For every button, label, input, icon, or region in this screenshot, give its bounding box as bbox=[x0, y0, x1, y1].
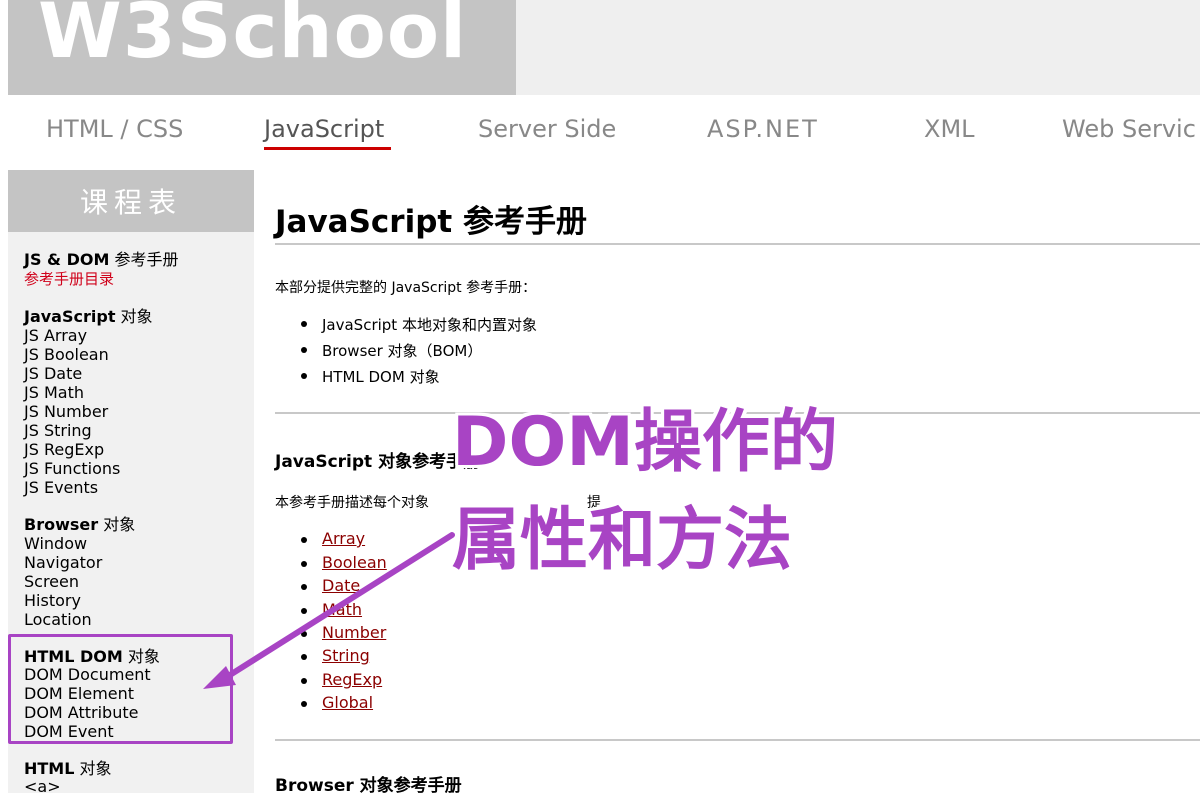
caption-line-2: 属性和方法 bbox=[452, 501, 793, 580]
nav-asp-net[interactable]: ASP.NET bbox=[707, 115, 819, 143]
sidebar-item-js-date[interactable]: JS Date bbox=[24, 364, 82, 383]
section-divider-2 bbox=[275, 739, 1200, 741]
top-nav: HTML / CSS JavaScript Server Side ASP.NE… bbox=[0, 95, 1200, 170]
bullet-icon bbox=[301, 347, 307, 353]
sidebar-heading-browser: Browser 对象 bbox=[24, 515, 136, 534]
sidebar-item-a-tag[interactable]: <a> bbox=[24, 777, 61, 793]
nav-active-underline bbox=[264, 147, 391, 150]
sidebar-item-window[interactable]: Window bbox=[24, 534, 87, 553]
site-logo[interactable]: W3School bbox=[8, 0, 516, 95]
sidebar-item-js-boolean[interactable]: JS Boolean bbox=[24, 345, 109, 364]
sidebar-item-js-regexp[interactable]: JS RegExp bbox=[24, 440, 104, 459]
bullet-icon bbox=[301, 373, 307, 379]
nav-html-css[interactable]: HTML / CSS bbox=[46, 115, 183, 143]
link-string[interactable]: String bbox=[322, 646, 370, 665]
link-array[interactable]: Array bbox=[322, 529, 365, 548]
link-regexp[interactable]: RegExp bbox=[322, 670, 382, 689]
intro-item-html-dom-objects: HTML DOM 对象 bbox=[322, 368, 440, 386]
bullet-icon bbox=[301, 631, 307, 637]
sidebar-item-js-events[interactable]: JS Events bbox=[24, 478, 98, 497]
intro-item-browser-objects: Browser 对象（BOM） bbox=[322, 342, 483, 360]
sidebar-item-js-math[interactable]: JS Math bbox=[24, 383, 84, 402]
bullet-icon bbox=[301, 654, 307, 660]
nav-server-side[interactable]: Server Side bbox=[478, 115, 616, 143]
sidebar-item-js-string[interactable]: JS String bbox=[24, 421, 92, 440]
nav-web-services[interactable]: Web Servic bbox=[1062, 115, 1196, 143]
link-boolean[interactable]: Boolean bbox=[322, 553, 387, 572]
link-math[interactable]: Math bbox=[322, 600, 362, 619]
sidebar-item-location[interactable]: Location bbox=[24, 610, 92, 629]
nav-javascript[interactable]: JavaScript bbox=[264, 115, 384, 143]
bullet-icon bbox=[301, 561, 307, 567]
bullet-icon bbox=[301, 537, 307, 543]
logo-text: W3School bbox=[38, 0, 468, 75]
bullet-icon bbox=[301, 678, 307, 684]
section-heading-js-objects: JavaScript 对象参考手册 bbox=[275, 452, 481, 472]
sidebar-item-js-number[interactable]: JS Number bbox=[24, 402, 108, 421]
sidebar-title: 课程表 bbox=[79, 186, 182, 219]
sidebar-item-js-array[interactable]: JS Array bbox=[24, 326, 87, 345]
bullet-icon bbox=[301, 608, 307, 614]
sidebar-item-screen[interactable]: Screen bbox=[24, 572, 79, 591]
sidebar-heading-javascript: JavaScript 对象 bbox=[24, 307, 153, 326]
bullet-icon bbox=[301, 321, 307, 327]
section1-description: 本参考手册描述每个对象 bbox=[275, 495, 429, 511]
intro-item-native-objects: JavaScript 本地对象和内置对象 bbox=[322, 316, 537, 334]
section-heading-browser-objects: Browser 对象参考手册 bbox=[275, 776, 462, 793]
link-number[interactable]: Number bbox=[322, 623, 386, 642]
sidebar-heading-html: HTML 对象 bbox=[24, 759, 112, 778]
caption-line-1: DOM操作的 bbox=[452, 403, 838, 482]
sidebar-heading-js-dom: JS & DOM 参考手册 bbox=[24, 250, 179, 269]
nav-xml[interactable]: XML bbox=[924, 115, 975, 143]
link-date[interactable]: Date bbox=[322, 576, 360, 595]
link-global[interactable]: Global bbox=[322, 693, 373, 712]
sidebar-item-history[interactable]: History bbox=[24, 591, 81, 610]
sidebar-item-navigator[interactable]: Navigator bbox=[24, 553, 102, 572]
title-divider bbox=[275, 243, 1200, 245]
page-title: JavaScript 参考手册 bbox=[275, 204, 587, 240]
intro-text: 本部分提供完整的 JavaScript 参考手册： bbox=[275, 280, 537, 296]
sidebar-item-js-functions[interactable]: JS Functions bbox=[24, 459, 120, 478]
sidebar-item-reference-index[interactable]: 参考手册目录 bbox=[24, 268, 114, 289]
highlight-box bbox=[8, 634, 233, 744]
bullet-icon bbox=[301, 584, 307, 590]
bullet-icon bbox=[301, 701, 307, 707]
